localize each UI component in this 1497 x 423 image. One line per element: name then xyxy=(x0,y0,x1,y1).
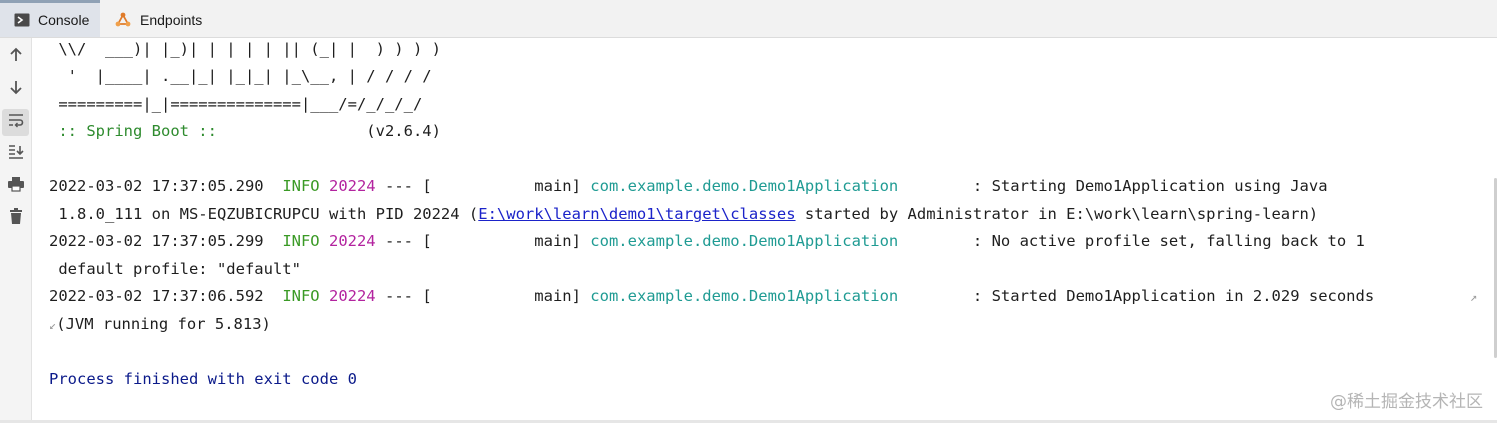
log-thread: --- [ main] xyxy=(375,232,591,250)
previous-occurrence-button[interactable] xyxy=(2,44,29,71)
log-line: 2022-03-02 17:37:05.299 INFO 20224 --- [… xyxy=(49,232,1365,250)
spring-boot-label: :: Spring Boot :: xyxy=(49,122,227,140)
scroll-to-end-icon xyxy=(7,144,25,165)
log-line-continuation: ↙(JVM running for 5.813) xyxy=(49,315,271,333)
log-logger: com.example.demo.Demo1Application xyxy=(590,287,899,305)
soft-wrap-marker-icon: ↗ xyxy=(1470,290,1478,304)
log-level: INFO xyxy=(282,287,320,305)
spring-boot-version: (v2.6.4) xyxy=(226,122,441,140)
process-exit-message: Process finished with exit code 0 xyxy=(49,370,357,388)
log-message: Started Demo1Application in 2.029 second… xyxy=(991,287,1375,305)
trash-icon xyxy=(8,207,24,230)
log-pid: 20224 xyxy=(328,287,376,305)
tab-endpoints-label: Endpoints xyxy=(140,12,203,28)
endpoints-icon xyxy=(114,11,132,29)
log-timestamp: 2022-03-02 17:37:05.290 xyxy=(49,177,264,195)
log-level: INFO xyxy=(282,232,320,250)
print-button[interactable] xyxy=(2,173,29,200)
watermark: @稀土掘金技术社区 xyxy=(1330,392,1483,412)
log-line: 2022-03-02 17:37:06.592 INFO 20224 --- [… xyxy=(49,287,1375,305)
tab-endpoints[interactable]: Endpoints xyxy=(100,0,212,37)
log-pid: 20224 xyxy=(328,177,376,195)
soft-wrap-icon xyxy=(7,112,25,133)
print-icon xyxy=(7,176,25,197)
spring-boot-banner: :: Spring Boot :: (v2.6.4) xyxy=(49,120,441,142)
log-logger: com.example.demo.Demo1Application xyxy=(590,232,899,250)
next-occurrence-button[interactable] xyxy=(2,76,29,103)
log-timestamp: 2022-03-02 17:37:05.299 xyxy=(49,232,264,250)
classes-path-link[interactable]: E:\work\learn\demo1\target\classes xyxy=(478,205,795,223)
log-line-continuation: 1.8.0_111 on MS-EQZUBICRUPCU with PID 20… xyxy=(49,205,1319,223)
banner-line: ' |____| .__|_| |_|_| |_\__, | / / / / xyxy=(49,67,432,85)
log-logger: com.example.demo.Demo1Application xyxy=(590,177,899,195)
log-pid: 20224 xyxy=(328,232,376,250)
down-arrow-icon xyxy=(8,79,24,100)
tab-console[interactable]: Console xyxy=(0,0,100,37)
tab-console-label: Console xyxy=(38,12,90,28)
log-message: No active profile set, falling back to 1 xyxy=(991,232,1365,250)
console-output[interactable]: \\/ ___)| |_)| | | | | || (_| | ) ) ) ) … xyxy=(33,38,1497,423)
log-level: INFO xyxy=(282,177,320,195)
clear-all-button[interactable] xyxy=(2,205,29,232)
console-toolbar xyxy=(0,38,32,423)
banner-line: \\/ ___)| |_)| | | | | || (_| | ) ) ) ) xyxy=(49,40,441,58)
log-thread: --- [ main] xyxy=(375,177,591,195)
log-thread: --- [ main] xyxy=(375,287,591,305)
tool-window-tab-bar: Console Endpoints xyxy=(0,0,1497,38)
banner-line: =========|_|==============|___/=/_/_/_/ xyxy=(49,95,423,113)
console-icon xyxy=(14,12,30,28)
soft-wrap-button[interactable] xyxy=(2,109,29,136)
log-message: Starting Demo1Application using Java xyxy=(991,177,1328,195)
log-timestamp: 2022-03-02 17:37:06.592 xyxy=(49,287,264,305)
log-line-continuation: default profile: "default" xyxy=(49,260,301,278)
up-arrow-icon xyxy=(8,47,24,68)
log-line: 2022-03-02 17:37:05.290 INFO 20224 --- [… xyxy=(49,177,1328,195)
scroll-to-end-button[interactable] xyxy=(2,141,29,168)
